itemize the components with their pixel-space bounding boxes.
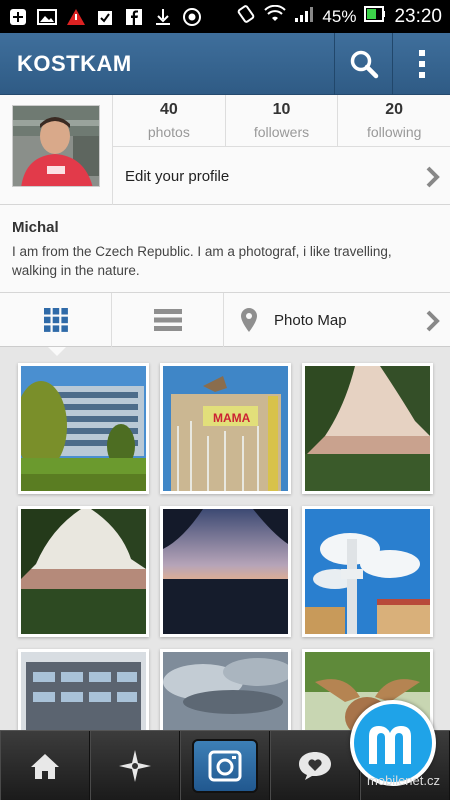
stat-value: 10	[272, 101, 291, 118]
photo-image	[305, 366, 430, 491]
photo-image	[21, 509, 146, 634]
chevron-right-icon	[426, 166, 440, 188]
image-notification-icon	[37, 7, 57, 27]
wifi-icon	[264, 4, 287, 28]
warning-notification-icon	[66, 7, 86, 27]
stat-following[interactable]: 20 following	[338, 95, 450, 146]
profile-stats: 40 photos 10 followers 20 following	[112, 95, 450, 147]
overflow-menu-button[interactable]	[392, 32, 450, 95]
signal-icon	[294, 5, 314, 28]
photo-tile-sunset[interactable]	[160, 506, 291, 637]
camera-button	[192, 739, 258, 793]
photo-image	[305, 509, 430, 634]
stat-value: 20	[385, 101, 404, 118]
map-pin-icon	[241, 308, 257, 332]
stat-label: followers	[253, 124, 310, 140]
nav-explore[interactable]	[90, 731, 180, 800]
photo-image	[21, 652, 146, 730]
chrome-icon	[182, 7, 202, 27]
app-title: KOSTKAM	[17, 50, 132, 76]
stat-followers[interactable]: 10 followers	[226, 95, 339, 146]
list-icon	[153, 309, 182, 331]
search-button[interactable]	[334, 32, 392, 95]
stat-photos[interactable]: 40 photos	[113, 95, 226, 146]
facebook-icon	[124, 7, 144, 27]
stat-label: photos	[147, 124, 190, 140]
photo-tile-city-view[interactable]	[302, 363, 433, 494]
photo-tile-tv-tower[interactable]	[302, 506, 433, 637]
stat-value: 40	[159, 101, 178, 118]
clock: 23:20	[394, 5, 442, 27]
photo-map-label: Photo Map	[274, 311, 347, 329]
nav-home[interactable]	[0, 731, 90, 800]
profile-name: Michal	[12, 219, 59, 236]
search-icon	[350, 50, 378, 78]
nav-camera[interactable]	[180, 731, 270, 800]
app-bar: KOSTKAM	[0, 32, 450, 95]
photo-tile-painted-building[interactable]: MAMA	[160, 363, 291, 494]
active-tab-indicator	[48, 347, 66, 356]
grid-icon	[43, 308, 68, 332]
more-vertical-icon	[418, 49, 425, 78]
watermark-text: mobilenet.cz	[367, 773, 440, 788]
photo-image	[163, 652, 288, 730]
tab-photo-map[interactable]: Photo Map	[224, 293, 450, 347]
explore-star-icon	[119, 750, 151, 782]
bio-text: I am from the Czech Republic. I am a pho…	[12, 244, 392, 278]
photo-grid: MAMA	[0, 347, 450, 730]
rotation-lock-icon	[236, 4, 256, 29]
battery-percent: 45%	[322, 6, 357, 26]
status-bar: 45% 23:20	[0, 0, 450, 33]
tab-grid-view[interactable]	[0, 293, 112, 356]
edit-profile-button[interactable]: Edit your profile	[112, 147, 450, 205]
avatar[interactable]	[12, 105, 100, 187]
photo-tile-prague-castle[interactable]	[18, 506, 149, 637]
stat-label: following	[366, 124, 422, 140]
view-tabs: Photo Map	[0, 293, 450, 356]
edit-profile-label: Edit your profile	[125, 167, 230, 185]
nav-activity[interactable]	[270, 731, 360, 800]
photo-image	[163, 509, 288, 634]
photo-tile-office-building[interactable]	[18, 363, 149, 494]
activity-heart-icon	[299, 752, 331, 780]
add-notification-icon	[8, 7, 28, 27]
photo-tile-modern-building[interactable]	[18, 649, 149, 730]
photo-image: MAMA	[163, 366, 288, 491]
svg-text:MAMA: MAMA	[213, 411, 251, 425]
profile-header: 40 photos 10 followers 20 following Edit…	[0, 95, 450, 205]
photo-tile-cloudy-sky[interactable]	[160, 649, 291, 730]
photo-image	[21, 366, 146, 491]
home-icon	[31, 754, 59, 779]
profile-bio: Michal I am from the Czech Republic. I a…	[0, 205, 450, 293]
chevron-right-icon	[426, 310, 440, 332]
tab-list-view[interactable]	[112, 293, 224, 347]
download-icon	[153, 7, 173, 27]
battery-icon	[364, 6, 386, 27]
task-done-icon	[95, 7, 115, 27]
camera-icon	[208, 750, 242, 782]
